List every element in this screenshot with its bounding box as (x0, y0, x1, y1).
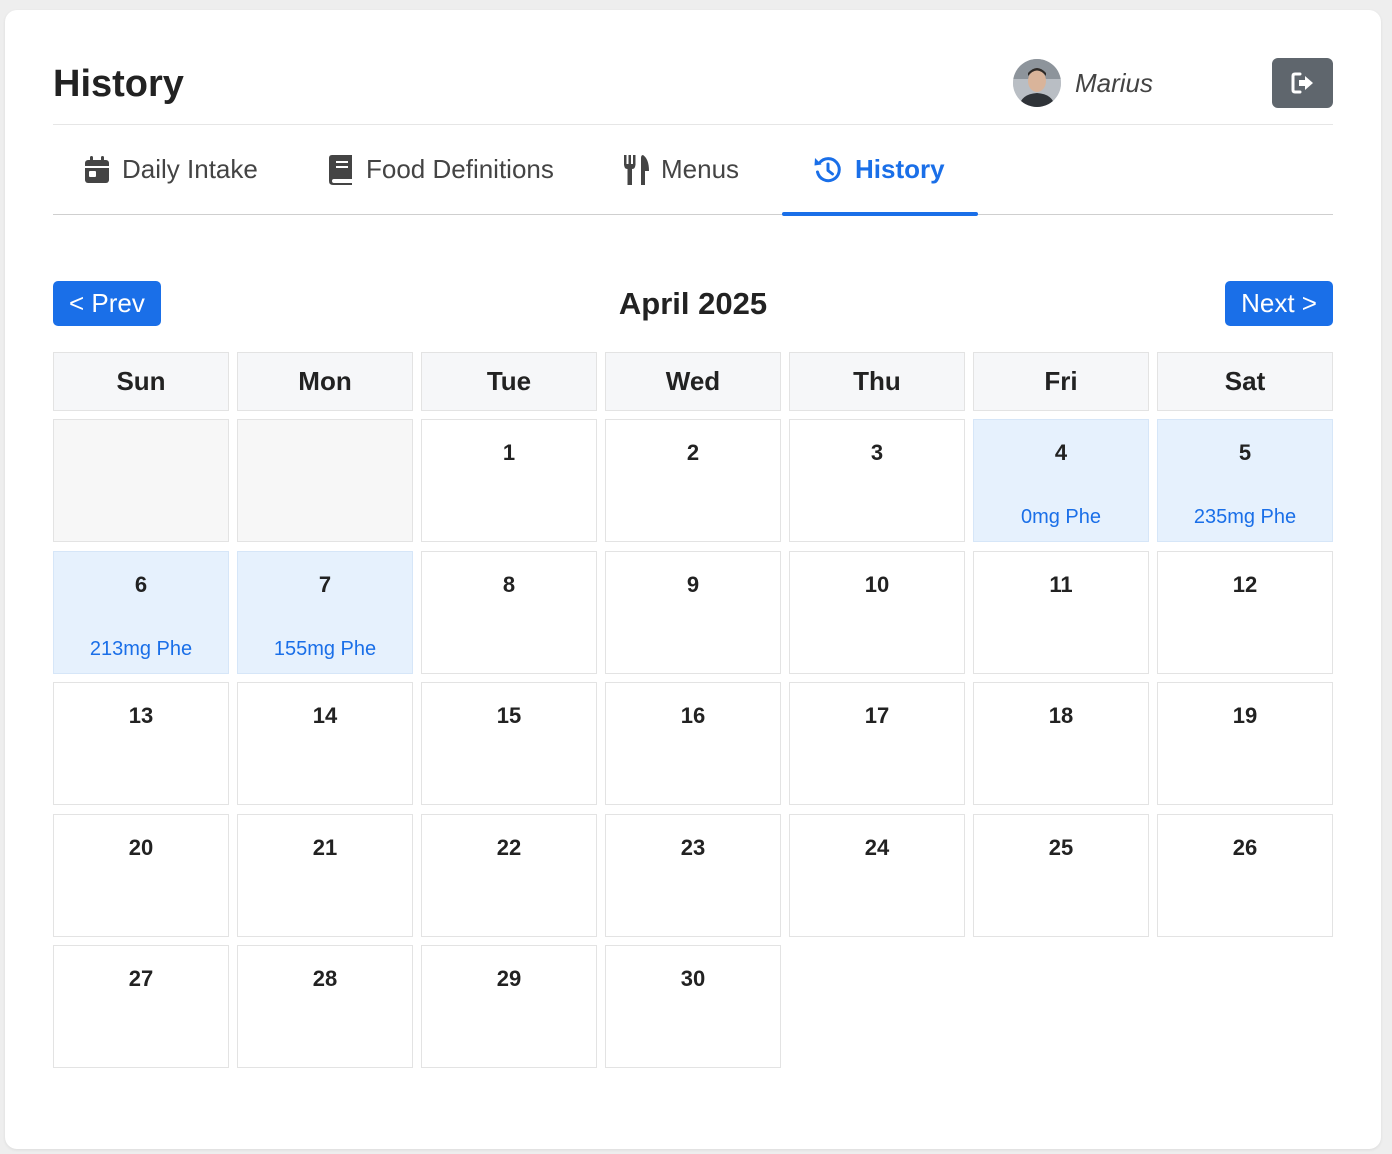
calendar-grid: 1 2 3 4 0mg Phe 5 235mg Phe 6 213mg Phe 7 155mg Ph… (53, 419, 1333, 1069)
calendar-day[interactable]: 12 (1157, 551, 1333, 674)
calendar-day-phe-value: 0mg Phe (1020, 506, 1102, 528)
weekday-header: Thu (789, 352, 965, 411)
tab-food-definitions[interactable]: Food Definitions (328, 125, 554, 214)
calendar-day-number: 11 (1049, 572, 1073, 597)
weekday-header: Mon (237, 352, 413, 411)
user-avatar[interactable] (1013, 59, 1061, 107)
weekday-header: Fri (973, 352, 1149, 411)
calendar-day[interactable]: 11 (973, 551, 1149, 674)
calendar-day-number: 26 (1232, 835, 1258, 860)
book-icon (329, 154, 352, 185)
calendar-day[interactable]: 10 (789, 551, 965, 674)
calendar-day-number: 1 (502, 440, 516, 465)
tab-menus-label: Menus (661, 154, 740, 184)
calendar-day-number: 23 (680, 835, 706, 860)
calendar-day[interactable]: 4 0mg Phe (973, 419, 1149, 542)
calendar-day-number: 8 (502, 572, 516, 597)
calendar-day[interactable]: 8 (421, 551, 597, 674)
tab-daily-intake[interactable]: Daily Intake (84, 125, 258, 214)
calendar-day-number: 10 (864, 572, 890, 597)
tab-history[interactable]: History (782, 125, 978, 216)
history-icon (814, 156, 841, 182)
logout-button[interactable] (1272, 58, 1333, 108)
tab-daily-intake-label: Daily Intake (122, 154, 258, 184)
calendar-day[interactable]: 25 (973, 814, 1149, 937)
tab-menus[interactable]: Menus (623, 125, 739, 214)
weekday-header: Sun (53, 352, 229, 411)
calendar-day-number: 20 (128, 835, 154, 860)
calendar-day[interactable]: 20 (53, 814, 229, 937)
calendar-day-number: 28 (312, 966, 338, 991)
calendar-day-number: 12 (1232, 572, 1258, 597)
page-title: History (53, 63, 184, 105)
weekday-header-row: Sun Mon Tue Wed Thu Fri Sat (53, 352, 1333, 411)
logout-icon (1291, 72, 1313, 94)
weekday-header: Tue (421, 352, 597, 411)
calendar-day-phe-value: 213mg Phe (89, 638, 193, 660)
calendar-day-number: 30 (680, 966, 706, 991)
calendar-day[interactable]: 5 235mg Phe (1157, 419, 1333, 542)
calendar-day[interactable]: 28 (237, 945, 413, 1068)
calendar-day[interactable]: 23 (605, 814, 781, 937)
calendar-day[interactable]: 22 (421, 814, 597, 937)
calendar-day[interactable]: 18 (973, 682, 1149, 805)
calendar-day-number: 22 (496, 835, 522, 860)
calendar-day[interactable]: 30 (605, 945, 781, 1068)
main-card: History Marius Daily Intake Food Definit… (5, 10, 1381, 1149)
calendar-day[interactable]: 19 (1157, 682, 1333, 805)
utensils-icon (624, 154, 649, 185)
calendar-day-number: 25 (1048, 835, 1074, 860)
calendar-day-number: 2 (686, 440, 700, 465)
calendar-day-number: 17 (864, 703, 890, 728)
tab-food-definitions-label: Food Definitions (366, 154, 554, 184)
month-title: April 2025 (618, 286, 768, 321)
calendar-day[interactable]: 6 213mg Phe (53, 551, 229, 674)
calendar-day-number: 13 (128, 703, 154, 728)
calendar-day[interactable]: 7 155mg Phe (237, 551, 413, 674)
calendar-day-number: 24 (864, 835, 890, 860)
calendar-day-number: 15 (496, 703, 522, 728)
calendar-day[interactable]: 21 (237, 814, 413, 937)
calendar-day-number: 3 (870, 440, 884, 465)
calendar-day-number: 19 (1232, 703, 1258, 728)
calendar-empty-cell (237, 419, 413, 542)
calendar-day[interactable]: 2 (605, 419, 781, 542)
weekday-header: Sat (1157, 352, 1333, 411)
calendar-day[interactable]: 9 (605, 551, 781, 674)
calendar-day-phe-value: 155mg Phe (273, 638, 377, 660)
calendar-day-number: 4 (1054, 440, 1068, 465)
calendar-day-number: 14 (312, 703, 338, 728)
next-month-button[interactable]: Next > (1225, 281, 1333, 326)
calendar-day-number: 5 (1238, 440, 1252, 465)
calendar-day-number: 18 (1048, 703, 1074, 728)
calendar-day[interactable]: 24 (789, 814, 965, 937)
calendar-day[interactable]: 15 (421, 682, 597, 805)
user-avatar-image (1013, 59, 1061, 107)
calendar-day[interactable]: 1 (421, 419, 597, 542)
calendar-day[interactable]: 14 (237, 682, 413, 805)
tab-history-label: History (855, 154, 945, 184)
calendar-day-phe-value: 235mg Phe (1193, 506, 1297, 528)
calendar-day-number: 7 (318, 572, 332, 597)
calendar-day-number: 9 (686, 572, 700, 597)
calendar-icon (85, 155, 109, 183)
calendar-day[interactable]: 3 (789, 419, 965, 542)
calendar-day-number: 16 (680, 703, 706, 728)
calendar-day-number: 27 (128, 966, 154, 991)
main-tabs: Daily Intake Food Definitions Menus Hist… (53, 125, 1333, 216)
page-header: History Marius (53, 10, 1333, 125)
calendar-day-number: 6 (134, 572, 148, 597)
calendar-day-number: 21 (312, 835, 338, 860)
calendar-day[interactable]: 16 (605, 682, 781, 805)
calendar-day[interactable]: 13 (53, 682, 229, 805)
calendar-empty-cell (53, 419, 229, 542)
calendar-day[interactable]: 27 (53, 945, 229, 1068)
weekday-header: Wed (605, 352, 781, 411)
calendar-day-number: 29 (496, 966, 522, 991)
user-name: Marius (1075, 68, 1154, 98)
calendar-day[interactable]: 17 (789, 682, 965, 805)
calendar-day[interactable]: 29 (421, 945, 597, 1068)
calendar-day[interactable]: 26 (1157, 814, 1333, 937)
